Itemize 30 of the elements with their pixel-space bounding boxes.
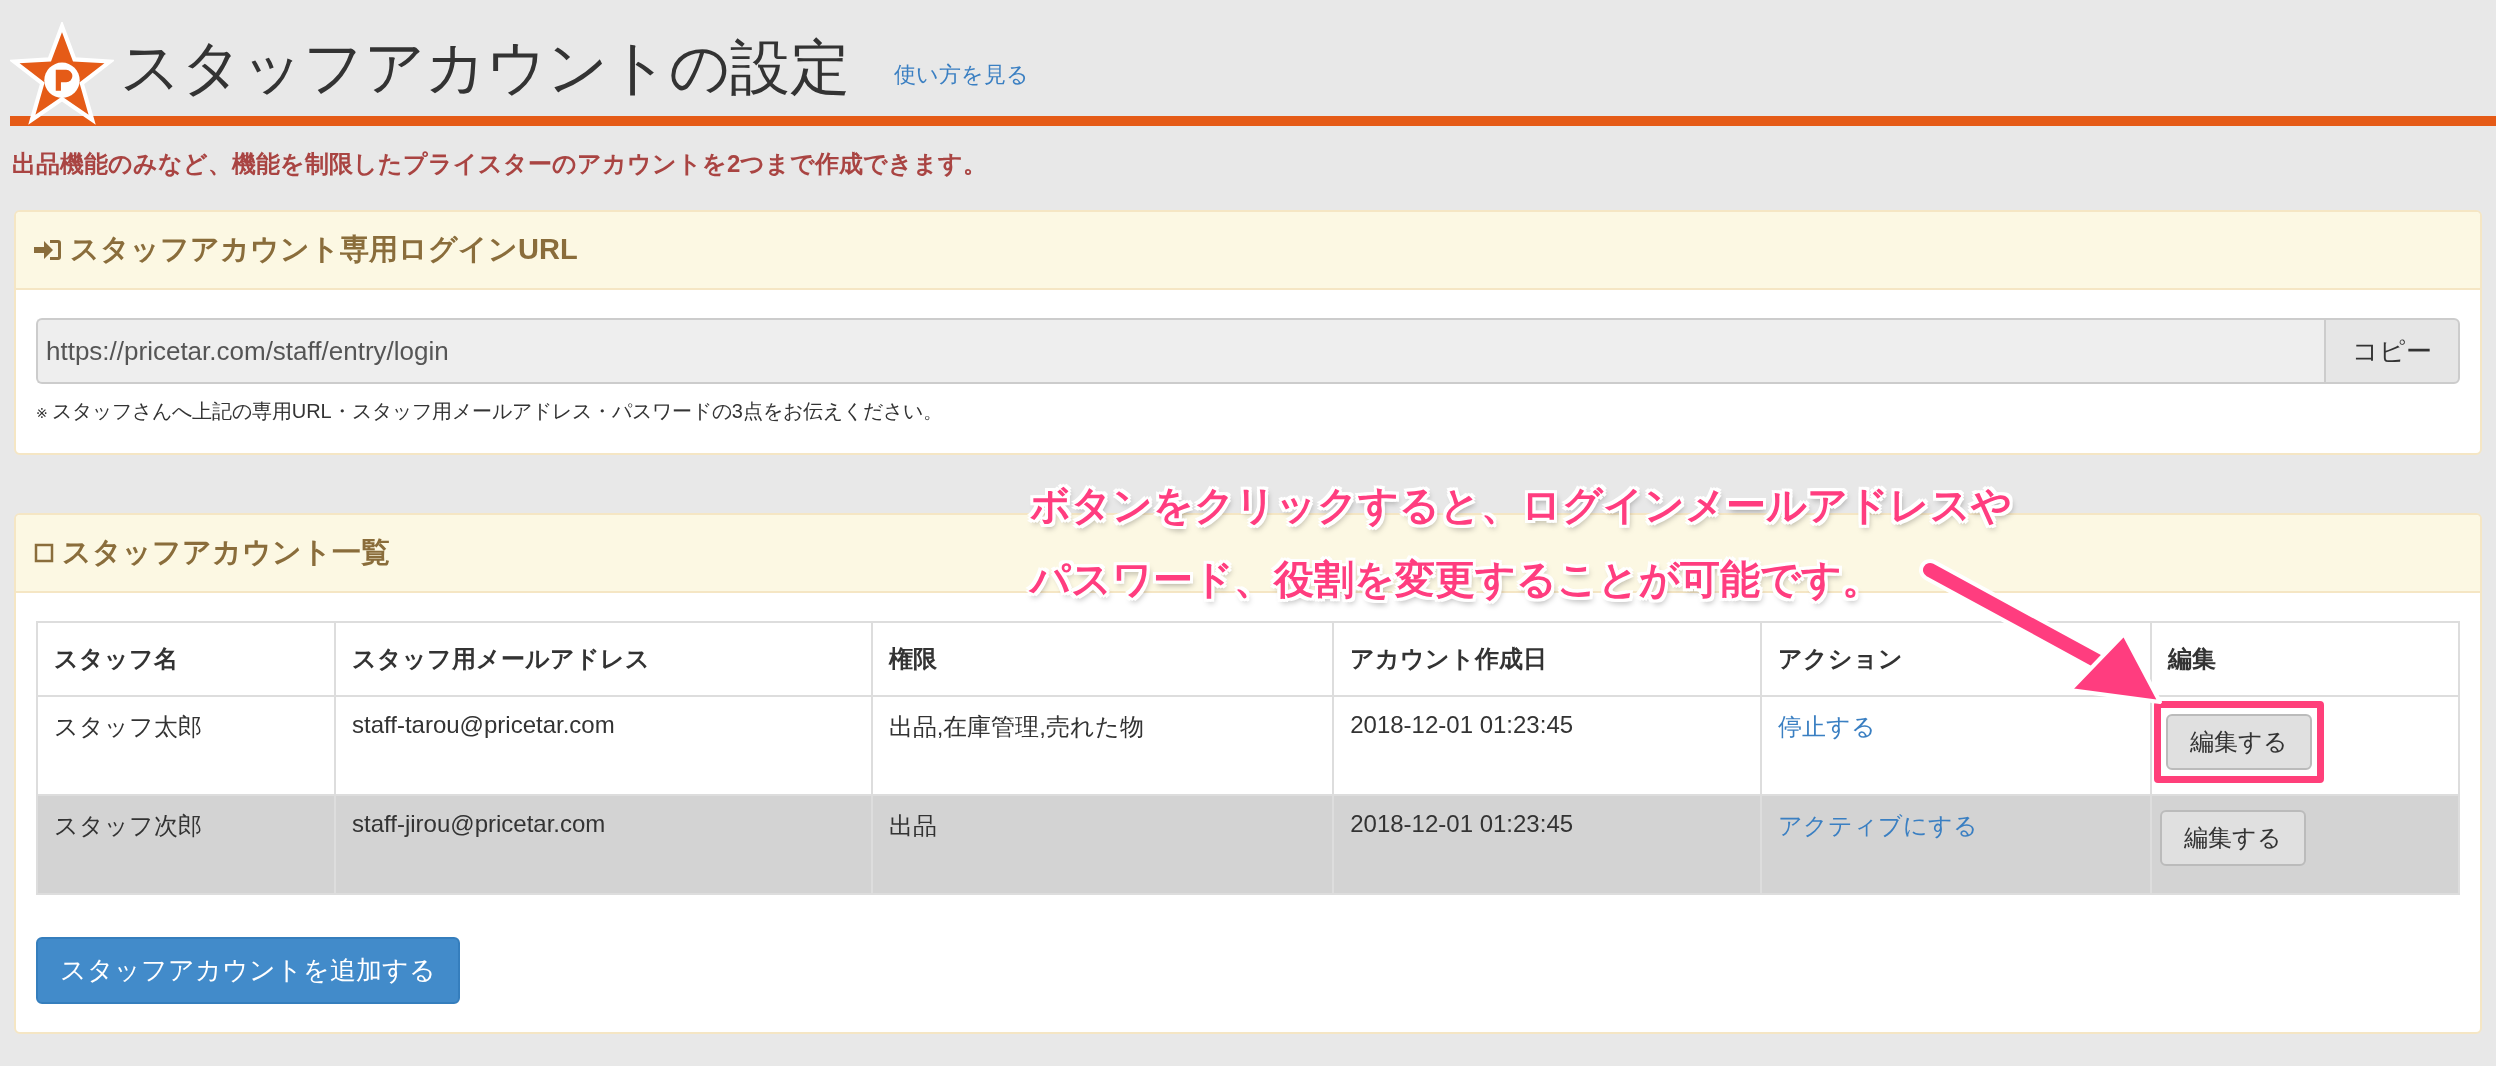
staff-email: staff-jirou@pricetar.com <box>352 810 606 837</box>
note-text: スタッフさんへ上記の専用URL・スタッフ用メールアドレス・パスワードの3点をお伝えください。 <box>51 399 943 424</box>
panel-title: スタッフアカウント一覧 <box>62 535 390 570</box>
help-link[interactable]: 使い方を見る <box>894 60 1029 90</box>
sign-in-icon <box>34 238 62 262</box>
column-header: スタッフ用メールアドレス <box>335 622 872 696</box>
annotation-text: パスワード、役割を変更することが可能です。 <box>1030 556 1883 603</box>
square-icon <box>34 543 54 563</box>
column-header: スタッフ名 <box>37 622 335 696</box>
permissions-cell: 出品 <box>888 812 937 839</box>
login-url-field[interactable]: https://pricetar.com/staff/entry/login <box>36 318 2324 384</box>
annotation-text: ボタンをクリックすると、ログインメールアドレスや <box>1030 482 2012 529</box>
created-date: 2018-12-01 01:23:45 <box>1350 711 1574 738</box>
permissions-cell: 出品,在庫管理,売れた物 <box>888 713 1145 740</box>
created-date: 2018-12-01 01:23:45 <box>1350 810 1574 837</box>
note-mark: ※ <box>36 405 48 421</box>
staff-name: スタッフ次郎 <box>54 812 202 839</box>
staff-name: スタッフ太郎 <box>54 713 202 740</box>
column-header: 権限 <box>871 622 1334 696</box>
edit-button[interactable]: 編集する <box>2165 714 2312 770</box>
page-title: スタッフアカウントの設定 <box>120 33 850 103</box>
add-account-button[interactable]: スタッフアカウントを追加する <box>36 937 460 1004</box>
panel-title: スタッフアカウント専用ログインURL <box>70 232 578 267</box>
staff-email: staff-tarou@pricetar.com <box>352 711 615 738</box>
notice-text: 出品機能のみなど、機能を制限したプライスターのアカウントを2つまで作成できます。 <box>12 149 989 179</box>
column-header: アカウント作成日 <box>1333 622 1762 696</box>
edit-button[interactable]: 編集する <box>2159 810 2306 866</box>
column-header: 編集 <box>2150 622 2459 696</box>
copy-button[interactable]: コピー <box>2324 318 2460 384</box>
stop-link[interactable]: 停止する <box>1778 713 1877 740</box>
